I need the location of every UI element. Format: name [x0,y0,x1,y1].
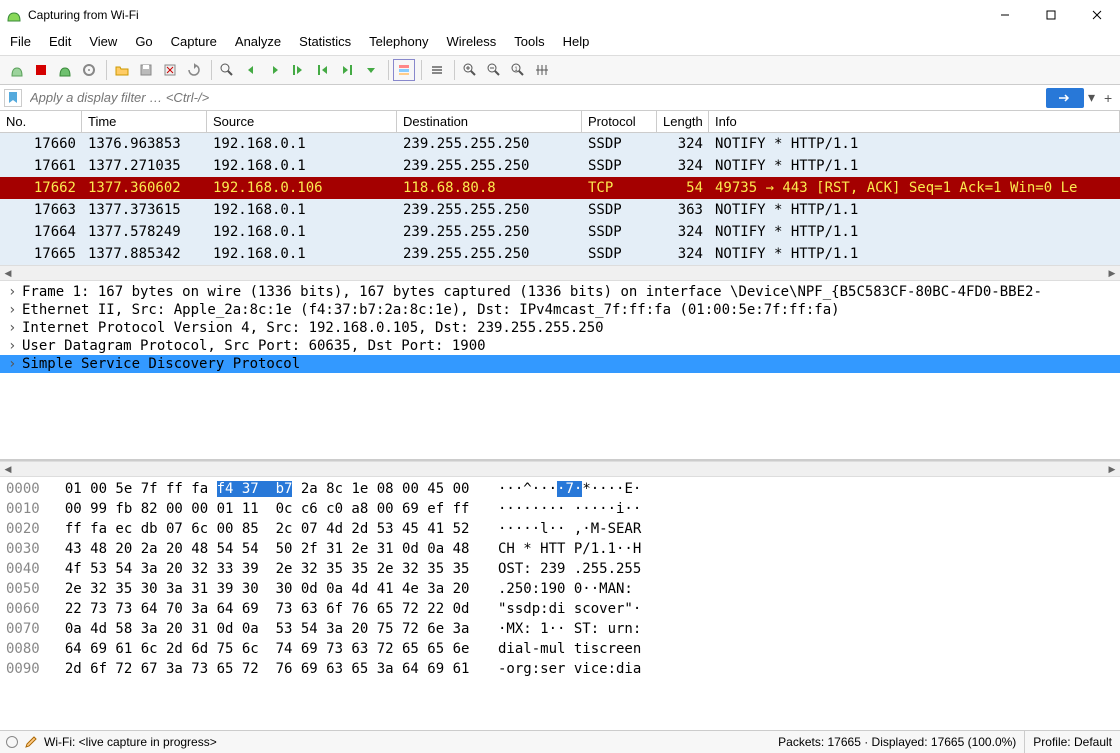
column-destination[interactable]: Destination [397,111,582,132]
packet-row[interactable]: 176651377.885342192.168.0.1239.255.255.2… [0,243,1120,265]
status-profile[interactable]: Profile: Default [1025,731,1120,753]
restart-capture-icon[interactable] [54,59,76,81]
zoom-out-icon[interactable] [483,59,505,81]
filter-bar: ▾ + [0,85,1120,111]
tree-item[interactable]: ›Internet Protocol Version 4, Src: 192.1… [0,319,1120,337]
auto-scroll-icon[interactable] [360,59,382,81]
minimize-button[interactable] [982,0,1028,30]
column-time[interactable]: Time [82,111,207,132]
packet-list-header: No. Time Source Destination Protocol Len… [0,111,1120,133]
find-icon[interactable] [216,59,238,81]
menu-capture[interactable]: Capture [169,32,219,51]
stop-capture-icon[interactable] [30,59,52,81]
menubar: File Edit View Go Capture Analyze Statistics Te… [0,30,1120,56]
tree-item[interactable]: ›Ethernet II, Src: Apple_2a:8c:1e (f4:37… [0,301,1120,319]
hex-line[interactable]: 0080 64 69 61 6c 2d 6d 75 6c 74 69 73 63… [0,639,1120,659]
packet-details-tree[interactable]: ›Frame 1: 167 bytes on wire (1336 bits),… [0,281,1120,461]
reload-icon[interactable] [183,59,205,81]
edit-icon[interactable] [24,735,38,749]
column-length[interactable]: Length [657,111,709,132]
menu-view[interactable]: View [87,32,119,51]
go-last-icon[interactable] [336,59,358,81]
save-file-icon[interactable] [135,59,157,81]
close-button[interactable] [1074,0,1120,30]
status-interface: Wi-Fi: <live capture in progress> [44,735,217,749]
go-back-icon[interactable] [240,59,262,81]
tree-item[interactable]: ›Simple Service Discovery Protocol [0,355,1120,373]
close-file-icon[interactable] [159,59,181,81]
wireshark-logo-icon [6,7,22,23]
tree-item[interactable]: ›User Datagram Protocol, Src Port: 60635… [0,337,1120,355]
menu-file[interactable]: File [8,32,33,51]
zoom-reset-icon[interactable]: 1 [507,59,529,81]
hex-line[interactable]: 0060 22 73 73 64 70 3a 64 69 73 63 6f 76… [0,599,1120,619]
menu-go[interactable]: Go [133,32,154,51]
packet-row[interactable]: 176631377.373615192.168.0.1239.255.255.2… [0,199,1120,221]
menu-help[interactable]: Help [561,32,592,51]
go-first-icon[interactable] [312,59,334,81]
packet-list-hscroll[interactable]: ◀▶ [0,265,1120,281]
hex-line[interactable]: 0030 43 48 20 2a 20 48 54 54 50 2f 31 2e… [0,539,1120,559]
titlebar: Capturing from Wi-Fi [0,0,1120,30]
hex-line[interactable]: 0020 ff fa ec db 07 6c 00 85 2c 07 4d 2d… [0,519,1120,539]
status-packets: Packets: 17665 · Displayed: 17665 (100.0… [770,731,1025,753]
hex-line[interactable]: 0050 2e 32 35 30 3a 31 39 30 30 0d 0a 4d… [0,579,1120,599]
maximize-button[interactable] [1028,0,1074,30]
hex-pane[interactable]: 0000 01 00 5e 7f ff fa f4 37 b7 2a 8c 1e… [0,477,1120,730]
packet-row[interactable]: 176611377.271035192.168.0.1239.255.255.2… [0,155,1120,177]
menu-tools[interactable]: Tools [512,32,546,51]
packet-row[interactable]: 176621377.360602192.168.0.106118.68.80.8… [0,177,1120,199]
packet-row[interactable]: 176641377.578249192.168.0.1239.255.255.2… [0,221,1120,243]
menu-wireless[interactable]: Wireless [444,32,498,51]
tree-hscroll[interactable]: ◀▶ [0,461,1120,477]
column-protocol[interactable]: Protocol [582,111,657,132]
capture-indicator-icon [6,736,18,748]
autoscroll-live-icon[interactable] [426,59,448,81]
hex-line[interactable]: 0000 01 00 5e 7f ff fa f4 37 b7 2a 8c 1e… [0,479,1120,499]
window-title: Capturing from Wi-Fi [28,8,982,22]
filter-apply-button[interactable] [1046,88,1084,108]
packet-list[interactable]: 176601376.963853192.168.0.1239.255.255.2… [0,133,1120,265]
resize-columns-icon[interactable] [531,59,553,81]
menu-edit[interactable]: Edit [47,32,73,51]
display-filter-input[interactable] [26,87,1042,108]
packet-row[interactable]: 176601376.963853192.168.0.1239.255.255.2… [0,133,1120,155]
filter-dropdown-icon[interactable]: ▾ [1084,89,1100,106]
toolbar: 1 [0,56,1120,85]
filter-bookmark-icon[interactable] [4,89,22,107]
capture-options-icon[interactable] [78,59,100,81]
colorize-icon[interactable] [393,59,415,81]
hex-line[interactable]: 0010 00 99 fb 82 00 00 01 11 0c c6 c0 a8… [0,499,1120,519]
hex-line[interactable]: 0040 4f 53 54 3a 20 32 33 39 2e 32 35 35… [0,559,1120,579]
hex-line[interactable]: 0090 2d 6f 72 67 3a 73 65 72 76 69 63 65… [0,659,1120,679]
menu-statistics[interactable]: Statistics [297,32,353,51]
menu-telephony[interactable]: Telephony [367,32,430,51]
hex-line[interactable]: 0070 0a 4d 58 3a 20 31 0d 0a 53 54 3a 20… [0,619,1120,639]
column-no[interactable]: No. [0,111,82,132]
column-info[interactable]: Info [709,111,1120,132]
open-file-icon[interactable] [111,59,133,81]
zoom-in-icon[interactable] [459,59,481,81]
go-to-packet-icon[interactable] [288,59,310,81]
start-capture-icon[interactable] [6,59,28,81]
statusbar: Wi-Fi: <live capture in progress> Packet… [0,730,1120,753]
column-source[interactable]: Source [207,111,397,132]
filter-add-button[interactable]: + [1100,90,1116,106]
go-forward-icon[interactable] [264,59,286,81]
menu-analyze[interactable]: Analyze [233,32,283,51]
tree-item[interactable]: ›Frame 1: 167 bytes on wire (1336 bits),… [0,283,1120,301]
